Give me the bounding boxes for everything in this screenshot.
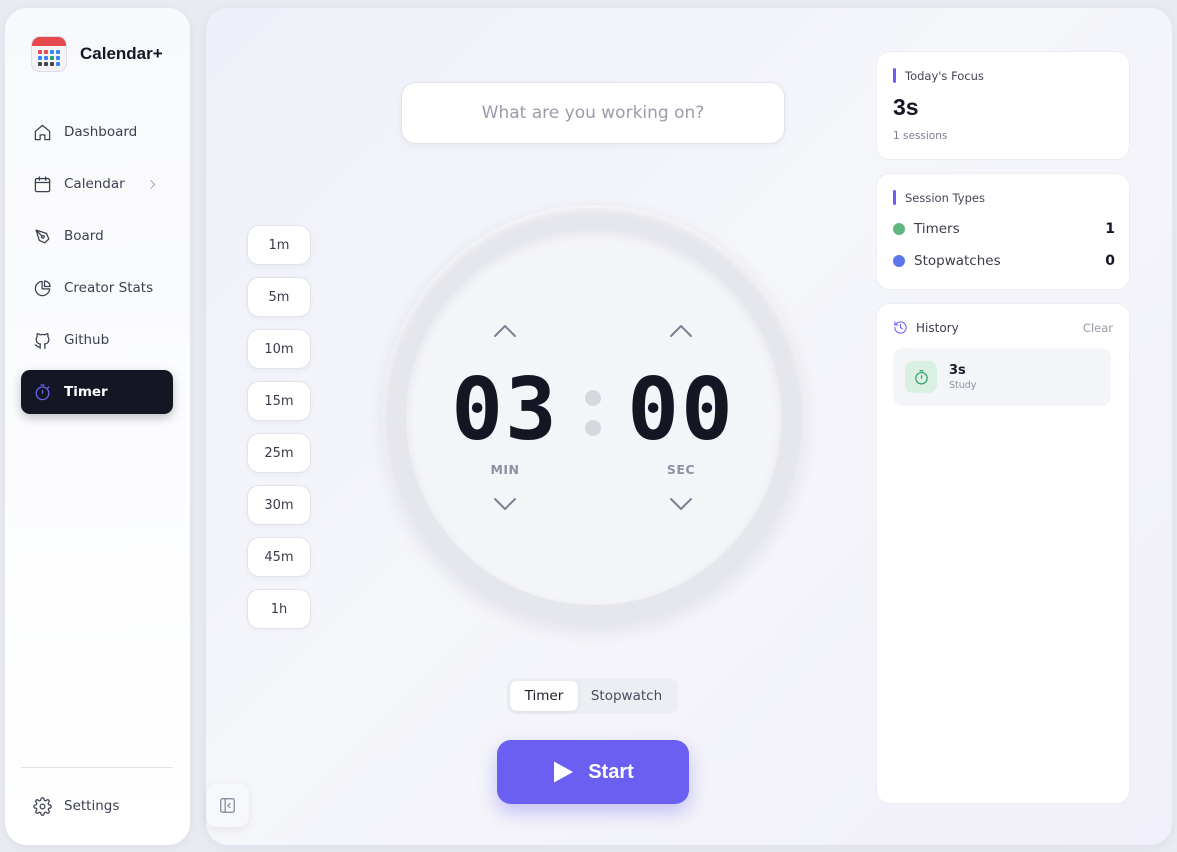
seconds-decrement-button[interactable]	[667, 494, 695, 514]
preset-button[interactable]: 30m	[247, 485, 311, 525]
home-icon	[34, 124, 51, 140]
session-type-row: Stopwatches 0	[893, 253, 1115, 269]
sidebar-item-label: Board	[64, 228, 104, 244]
sidebar-item-label: Dashboard	[64, 124, 138, 140]
chevron-up-icon	[494, 325, 516, 337]
settings-label: Settings	[64, 798, 120, 814]
clear-history-button[interactable]: Clear	[1083, 321, 1113, 335]
preset-button[interactable]: 1m	[247, 225, 311, 265]
sidebar-nav: Dashboard Calendar Board Creator Stats G…	[21, 110, 173, 422]
accent-bar	[893, 68, 896, 83]
status-dot	[893, 255, 905, 267]
session-type-label: Timers	[914, 221, 960, 237]
sidebar-collapse-icon	[220, 798, 235, 813]
history-card: History Clear 3s Study	[876, 303, 1130, 804]
session-type-count: 1	[1105, 221, 1115, 237]
preset-list: 1m 5m 10m 15m 25m 30m 45m 1h	[247, 225, 311, 641]
focus-total: 3s	[893, 94, 919, 120]
history-item[interactable]: 3s Study	[893, 348, 1111, 406]
minutes-display[interactable]: 03	[445, 360, 565, 460]
sidebar-item-settings[interactable]: Settings	[21, 784, 173, 828]
seconds-label: SEC	[666, 462, 696, 477]
play-icon	[554, 761, 574, 783]
brand[interactable]: Calendar+	[31, 36, 163, 72]
chevron-down-icon	[494, 498, 516, 510]
colon-dot	[585, 420, 601, 436]
preset-button[interactable]: 1h	[247, 589, 311, 629]
preset-button[interactable]: 10m	[247, 329, 311, 369]
sidebar-item-label: Creator Stats	[64, 280, 154, 296]
sidebar-item-github[interactable]: Github	[21, 318, 173, 362]
preset-button[interactable]: 5m	[247, 277, 311, 317]
task-input[interactable]	[401, 82, 785, 144]
pie-chart-icon	[34, 279, 51, 296]
calendar-icon	[34, 175, 51, 192]
app-name: Calendar+	[80, 44, 163, 63]
accent-bar	[893, 190, 896, 205]
tab-timer[interactable]: Timer	[510, 681, 578, 711]
session-type-count: 0	[1105, 253, 1115, 269]
calendar-logo-icon	[31, 36, 67, 72]
card-title: Today's Focus	[905, 68, 984, 83]
pen-tool-icon	[35, 229, 50, 243]
timer-icon	[35, 383, 50, 400]
status-dot	[893, 223, 905, 235]
colon-dot	[585, 390, 601, 406]
seconds-increment-button[interactable]	[667, 321, 695, 341]
chevron-up-icon	[670, 325, 692, 337]
mode-toggle: Timer Stopwatch	[507, 678, 678, 714]
card-title: History	[916, 320, 959, 335]
sidebar: Calendar+ Dashboard Calendar Board Creat…	[5, 8, 190, 845]
github-icon	[34, 332, 50, 349]
minutes-increment-button[interactable]	[491, 321, 519, 341]
history-icon	[894, 321, 907, 334]
session-type-row: Timers 1	[893, 221, 1115, 237]
history-label: Study	[949, 380, 977, 391]
sidebar-item-board[interactable]: Board	[21, 214, 173, 258]
sidebar-item-label: Github	[64, 332, 110, 348]
start-label: Start	[588, 760, 634, 783]
main-panel: 1m 5m 10m 15m 25m 30m 45m 1h 03 00 MIN S…	[206, 8, 1172, 845]
session-types-card: Session Types Timers 1 Stopwatches 0	[876, 173, 1130, 290]
chevron-right-icon	[150, 179, 156, 189]
tab-stopwatch[interactable]: Stopwatch	[578, 681, 675, 711]
todays-focus-card: Today's Focus 3s 1 sessions	[876, 51, 1130, 160]
card-title: Session Types	[905, 190, 985, 205]
preset-button[interactable]: 15m	[247, 381, 311, 421]
start-button[interactable]: Start	[497, 740, 689, 804]
sidebar-item-calendar[interactable]: Calendar	[21, 162, 173, 206]
chevron-down-icon	[670, 498, 692, 510]
preset-button[interactable]: 25m	[247, 433, 311, 473]
sidebar-item-dashboard[interactable]: Dashboard	[21, 110, 173, 154]
gear-icon	[33, 796, 52, 816]
session-count: 1 sessions	[893, 130, 948, 142]
minutes-label: MIN	[490, 462, 520, 477]
collapse-sidebar-button[interactable]	[206, 784, 249, 827]
sidebar-item-label: Timer	[64, 384, 108, 400]
sidebar-divider	[21, 767, 173, 768]
sidebar-item-timer[interactable]: Timer	[21, 370, 173, 414]
session-type-label: Stopwatches	[914, 253, 1001, 269]
history-duration: 3s	[949, 363, 966, 378]
sidebar-item-creator-stats[interactable]: Creator Stats	[21, 266, 173, 310]
preset-button[interactable]: 45m	[247, 537, 311, 577]
seconds-display[interactable]: 00	[621, 360, 741, 460]
timer-icon	[905, 361, 937, 393]
sidebar-item-label: Calendar	[64, 176, 125, 192]
minutes-decrement-button[interactable]	[491, 494, 519, 514]
